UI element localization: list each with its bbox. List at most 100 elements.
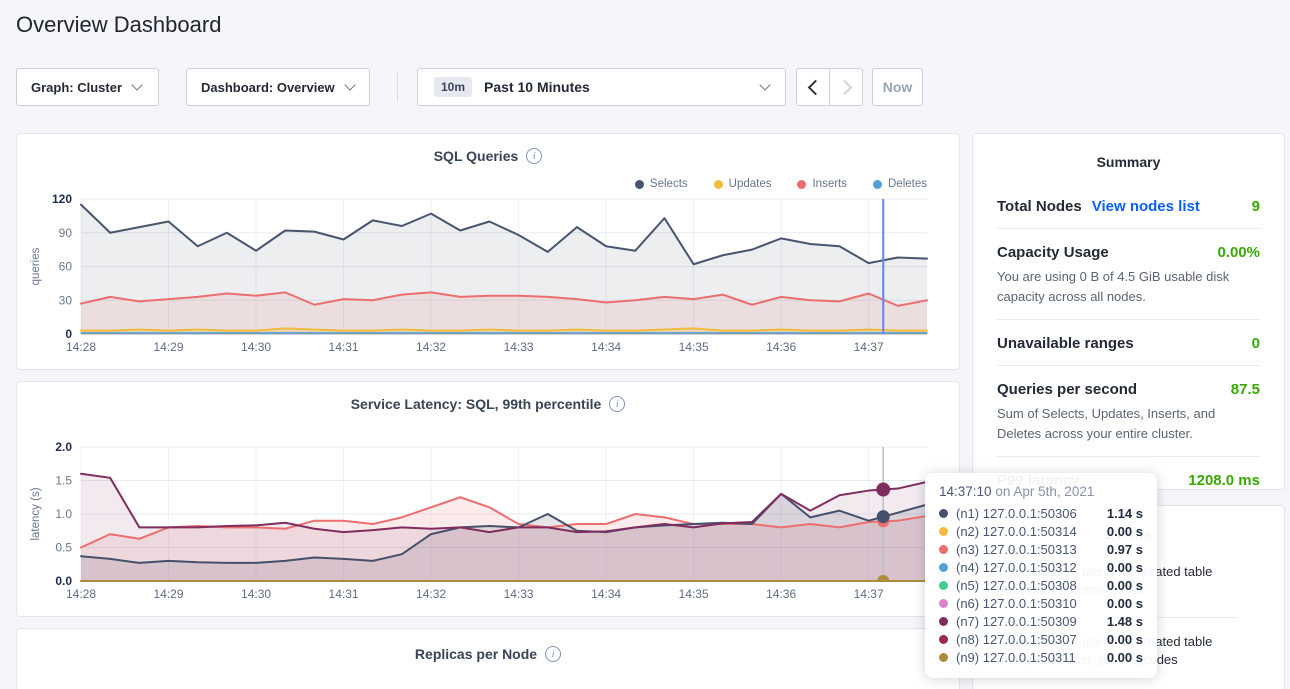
legend-dot-icon [714, 180, 723, 189]
summary-row-line: Unavailable ranges 0 [997, 335, 1260, 352]
chevron-down-icon [131, 79, 142, 90]
tooltip-node-value: 0.97 s [1107, 542, 1143, 557]
graph-dropdown-label: Graph: Cluster [31, 80, 122, 95]
time-range-selector[interactable]: 10m Past 10 Minutes [417, 68, 786, 106]
x-tick-label: 14:29 [154, 340, 184, 354]
tooltip-node-row: (n9) 127.0.0.1:503110.00 s [939, 648, 1143, 666]
summary-row-value: 1208.0 ms [1188, 472, 1260, 489]
x-tick-label: 14:30 [241, 340, 271, 354]
summary-panel: Summary Total NodesView nodes list9Capac… [972, 133, 1285, 490]
tooltip-node-label: (n2) 127.0.0.1:50314 [956, 524, 1077, 539]
x-tick-label: 14:36 [766, 340, 796, 354]
series-marker-dot [877, 575, 889, 587]
y-tick-label: 90 [59, 226, 73, 240]
chart-title-text: SQL Queries [434, 148, 519, 164]
y-tick-label: 1.0 [55, 507, 72, 521]
summary-row-value: 9 [1252, 198, 1260, 215]
sql-queries-plot[interactable]: 14:2814:2914:3014:3114:3214:3314:3414:35… [17, 134, 959, 369]
series-marker-dot [877, 510, 890, 523]
y-tick-label: 0.0 [55, 574, 72, 588]
chart-title-replicas: Replicas per Node i [17, 646, 959, 662]
x-tick-label: 14:35 [679, 587, 709, 601]
node-color-dot-icon [939, 617, 948, 626]
node-color-dot-icon [939, 599, 948, 608]
tooltip-node-value: 0.00 s [1107, 632, 1143, 647]
summary-row-label: Capacity Usage [997, 244, 1109, 261]
y-axis-title: latency (s) [30, 487, 42, 540]
tooltip-node-value: 0.00 s [1107, 650, 1143, 665]
chart-title-text: Service Latency: SQL, 99th percentile [351, 396, 602, 412]
summary-row: Queries per second87.5Sum of Selects, Up… [997, 365, 1260, 456]
tooltip-rows: (n1) 127.0.0.1:503061.14 s(n2) 127.0.0.1… [939, 504, 1143, 666]
view-nodes-list-link[interactable]: View nodes list [1092, 198, 1200, 215]
dashboard-dropdown[interactable]: Dashboard: Overview [186, 68, 370, 106]
legend-dot-icon [635, 180, 644, 189]
y-tick-label: 0 [65, 327, 72, 341]
tooltip-node-row: (n7) 127.0.0.1:503091.48 s [939, 612, 1143, 630]
legend-label: Selects [650, 178, 688, 190]
sql-legend: Selects Updates Inserts Deletes [635, 178, 927, 190]
node-color-dot-icon [939, 653, 948, 662]
chart-title-sql-queries: SQL Queries i [17, 148, 959, 164]
tooltip-date: on Apr 5th, 2021 [992, 484, 1095, 499]
summary-row: Unavailable ranges 0 [997, 319, 1260, 365]
legend-item-selects[interactable]: Selects [635, 178, 688, 190]
time-prev-button[interactable] [796, 68, 830, 106]
summary-row-value: 0 [1252, 335, 1260, 352]
node-color-dot-icon [939, 527, 948, 536]
tooltip-node-label: (n6) 127.0.0.1:50310 [956, 596, 1077, 611]
summary-row-line: Capacity Usage 0.00% [997, 244, 1260, 261]
tooltip-node-label: (n3) 127.0.0.1:50313 [956, 542, 1077, 557]
y-tick-label: 2.0 [55, 440, 72, 454]
time-range-badge: 10m [434, 77, 472, 97]
summary-row: Capacity Usage 0.00% You are using 0 B of … [997, 228, 1260, 319]
chart-hover-tooltip: 14:37:10 on Apr 5th, 2021 (n1) 127.0.0.1… [925, 473, 1157, 678]
chevron-right-icon [836, 79, 852, 95]
chart-title-text: Replicas per Node [415, 646, 537, 662]
now-button[interactable]: Now [872, 68, 923, 106]
summary-rows: Total Nodes View nodes list 9 Capacity Usag… [973, 183, 1284, 502]
chevron-down-icon [759, 79, 770, 90]
node-color-dot-icon [939, 509, 948, 518]
node-color-dot-icon [939, 545, 948, 554]
tooltip-node-label: (n7) 127.0.0.1:50309 [956, 614, 1077, 629]
x-tick-label: 14:28 [66, 587, 96, 601]
legend-label: Updates [729, 178, 772, 190]
chevron-down-icon [344, 79, 355, 90]
time-range-label: Past 10 Minutes [484, 79, 590, 95]
x-tick-label: 14:29 [154, 587, 184, 601]
replicas-chart-card: Replicas per Node i [16, 628, 960, 689]
info-icon[interactable]: i [545, 646, 561, 662]
chart-title-latency: Service Latency: SQL, 99th percentile i [17, 396, 959, 412]
page-title: Overview Dashboard [16, 12, 221, 38]
tooltip-node-value: 0.00 s [1107, 578, 1143, 593]
tooltip-time: 14:37:10 [939, 484, 992, 499]
summary-row-label: Queries per second [997, 381, 1137, 398]
x-tick-label: 14:35 [679, 340, 709, 354]
sql-queries-chart-card: 14:2814:2914:3014:3114:3214:3314:3414:35… [16, 133, 960, 370]
y-tick-label: 0.5 [55, 541, 72, 555]
x-tick-label: 14:33 [504, 587, 534, 601]
legend-item-deletes[interactable]: Deletes [873, 178, 927, 190]
y-tick-label: 60 [59, 260, 73, 274]
summary-row-caption: You are using 0 B of 4.5 GiB usable disk… [997, 267, 1260, 306]
info-icon[interactable]: i [609, 396, 625, 412]
summary-row-line: Total Nodes View nodes list 9 [997, 198, 1260, 215]
legend-item-inserts[interactable]: Inserts [797, 178, 847, 190]
x-tick-label: 14:37 [854, 587, 884, 601]
toolbar-divider [397, 72, 398, 102]
time-next-button[interactable] [829, 68, 863, 106]
legend-item-updates[interactable]: Updates [714, 178, 772, 190]
y-tick-label: 30 [59, 293, 73, 307]
legend-dot-icon [873, 180, 882, 189]
info-icon[interactable]: i [526, 148, 542, 164]
summary-row-label: Total Nodes [997, 198, 1082, 215]
graph-dropdown[interactable]: Graph: Cluster [16, 68, 159, 106]
x-tick-label: 14:28 [66, 340, 96, 354]
y-tick-label: 120 [52, 192, 72, 206]
summary-row-value: 0.00% [1217, 244, 1260, 261]
tooltip-node-row: (n2) 127.0.0.1:503140.00 s [939, 522, 1143, 540]
summary-row-label: Unavailable ranges [997, 335, 1134, 352]
y-tick-label: 1.5 [55, 474, 72, 488]
latency-plot[interactable]: 14:2814:2914:3014:3114:3214:3314:3414:35… [17, 382, 959, 616]
